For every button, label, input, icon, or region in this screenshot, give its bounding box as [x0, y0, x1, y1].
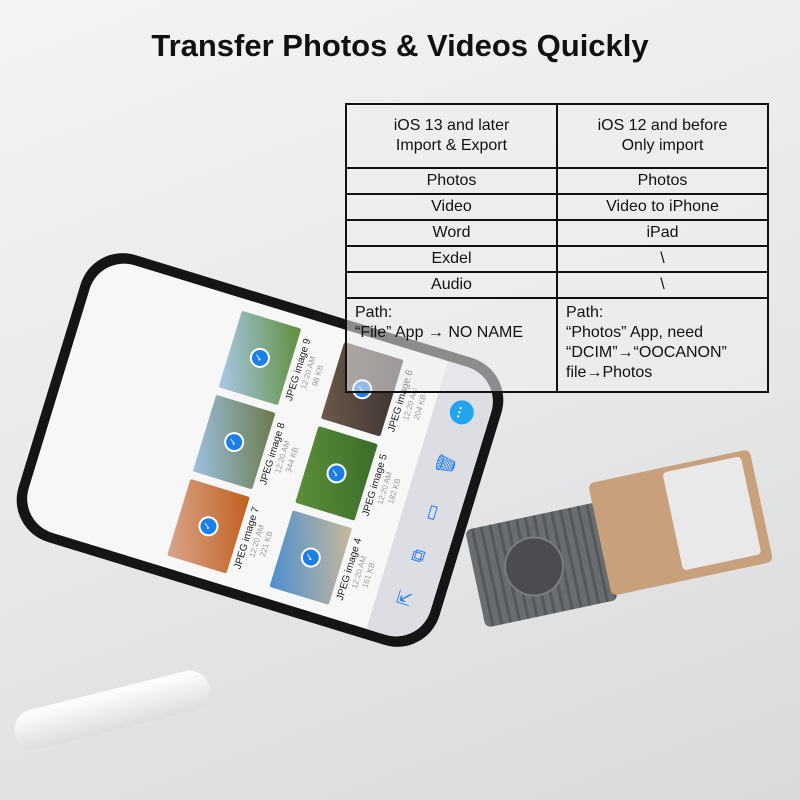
- adapter-knob: [498, 530, 570, 603]
- cell: Exdel: [345, 245, 558, 273]
- checkmark-icon: ✓: [195, 513, 221, 539]
- header-line: Import & Export: [395, 137, 508, 154]
- stylus: [10, 666, 214, 754]
- cell: Video to iPhone: [556, 193, 769, 221]
- page-title: Transfer Photos & Videos Quickly: [151, 28, 649, 63]
- path-line: file→Photos: [566, 364, 653, 381]
- table-row: Photos Photos: [345, 167, 769, 195]
- table-row: Word iPad: [345, 219, 769, 247]
- more-icon[interactable]: ···: [446, 397, 477, 428]
- cell: \: [556, 271, 769, 299]
- table-row: Video Video to iPhone: [345, 193, 769, 221]
- cell: Video: [345, 193, 558, 221]
- table-row: Exdel \: [345, 245, 769, 273]
- header-line: iOS 12 and before: [597, 117, 728, 134]
- header-ios12: iOS 12 and before Only import: [556, 103, 769, 169]
- file-item[interactable]: ✓ JPEG image 9 12:20 AM 98 KB: [218, 310, 335, 416]
- share-icon[interactable]: ⇱: [393, 588, 417, 609]
- cell: Photos: [556, 167, 769, 195]
- header-ios13: iOS 13 and later Import & Export: [345, 103, 558, 169]
- duplicate-icon[interactable]: ⧉: [406, 546, 430, 564]
- table-row: Audio \: [345, 271, 769, 299]
- path-line: “DCIM”→“OOCANON”: [566, 344, 727, 361]
- cell: Audio: [345, 271, 558, 299]
- checkmark-icon: ✓: [247, 345, 273, 371]
- compatibility-table: iOS 13 and later Import & Export iOS 12 a…: [345, 103, 769, 393]
- usb-adapter: [459, 438, 782, 637]
- header-line: Only import: [621, 137, 704, 154]
- file-item[interactable]: ✓ JPEG image 5 12:20 AM 182 KB: [295, 426, 411, 531]
- cell: \: [556, 245, 769, 273]
- cell: Word: [345, 219, 558, 247]
- trash-icon[interactable]: 🗑: [433, 450, 460, 478]
- cell: Photos: [345, 167, 558, 195]
- checkmark-icon: ✓: [221, 429, 247, 455]
- checkmark-icon: ✓: [324, 460, 349, 486]
- file-item[interactable]: ✓ JPEG image 4 12:20 AM 161 KB: [269, 510, 385, 615]
- adapter-body: [464, 501, 618, 628]
- path-line: Path:: [355, 304, 393, 321]
- file-item[interactable]: ✓ JPEG image 7 12:20 AM 221 KB: [167, 478, 283, 584]
- checkmark-icon: ✓: [298, 545, 324, 571]
- path-line: “Photos” App, need: [566, 324, 703, 341]
- header-line: iOS 13 and later: [393, 117, 510, 134]
- folder-icon[interactable]: ▭: [419, 501, 444, 523]
- path-line: “File” App → NO NAME: [355, 324, 524, 341]
- table-row-path: Path: “File” App → NO NAME Path: “Photos” …: [345, 297, 769, 393]
- file-item[interactable]: ✓ JPEG image 8 12:20 AM 344 KB: [192, 394, 309, 500]
- path-ios13: Path: “File” App → NO NAME: [345, 297, 558, 393]
- path-ios12: Path: “Photos” App, need “DCIM”→“OOCANON” f…: [556, 297, 769, 393]
- path-line: Path:: [566, 304, 604, 321]
- cell: iPad: [556, 219, 769, 247]
